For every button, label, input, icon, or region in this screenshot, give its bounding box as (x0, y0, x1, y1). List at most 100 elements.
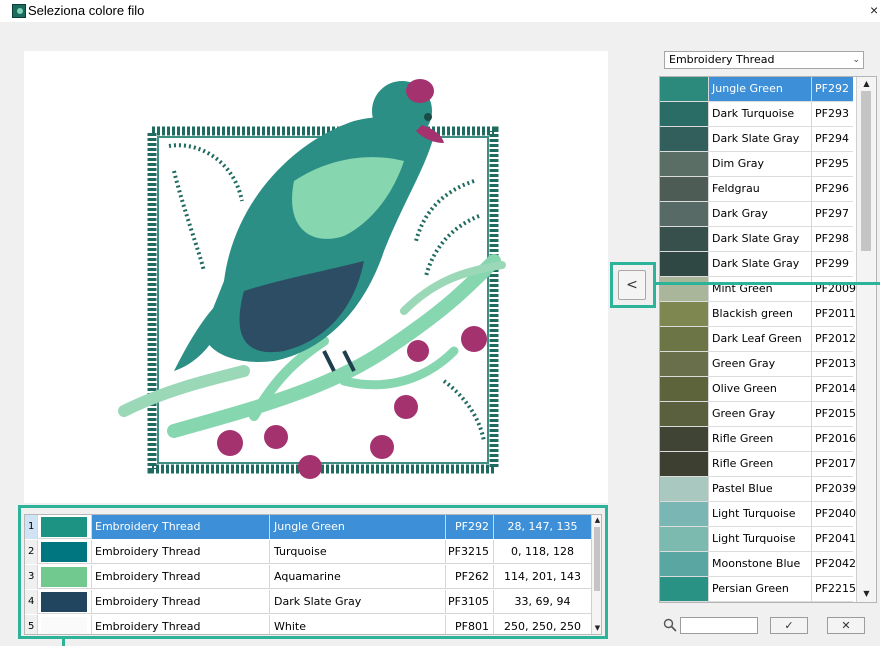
code-cell: PF3105 (445, 590, 493, 614)
thread-palette-list: Persian Green PF2215 Moonstone Blue PF2042 L… (659, 76, 877, 603)
scroll-up-icon[interactable]: ▲ (593, 515, 601, 525)
cancel-button[interactable]: ✕ (827, 617, 865, 634)
palette-item[interactable]: Dark Slate Gray PF294 (660, 127, 853, 152)
scroll-down-icon[interactable]: ▼ (861, 588, 872, 600)
palette-item[interactable]: Dark Gray PF297 (660, 202, 853, 227)
palette-item-code: PF296 (811, 177, 853, 201)
palette-item[interactable]: Persian Green PF2215 (660, 577, 856, 602)
row-index: 1 (25, 515, 38, 539)
scroll-thumb[interactable] (861, 91, 871, 251)
row-index: 3 (25, 565, 38, 589)
palette-item[interactable]: Green Gray PF2015 (660, 402, 856, 427)
scroll-thumb[interactable] (594, 527, 600, 591)
brand-dropdown[interactable]: Embroidery Thread ⌄ (664, 51, 864, 69)
color-name-cell: Aquamarine (269, 565, 445, 589)
rgb-cell: 33, 69, 94 (493, 590, 591, 614)
palette-item[interactable]: Dark Turquoise PF293 (660, 102, 853, 127)
color-name-cell: Jungle Green (269, 515, 445, 539)
app-icon (12, 4, 26, 18)
palette-item-code: PF2015 (811, 402, 856, 426)
palette-item[interactable]: Feldgrau PF296 (660, 177, 853, 202)
table-row[interactable]: 5 Embroidery Thread White PF801 250, 250… (25, 615, 591, 634)
search-input[interactable] (680, 617, 758, 634)
color-swatch (660, 227, 708, 251)
palette-item-name: Dim Gray (708, 152, 811, 176)
palette-item-name: Mint Green (708, 277, 811, 301)
color-swatch (660, 402, 708, 426)
code-cell: PF262 (445, 565, 493, 589)
rgb-cell: 250, 250, 250 (493, 615, 591, 634)
window-title: Seleziona colore filo (28, 3, 145, 18)
ok-button[interactable]: ✓ (770, 617, 808, 634)
brand-cell: Embroidery Thread (91, 540, 269, 564)
palette-item[interactable]: Dark Slate Gray PF299 (660, 252, 853, 277)
color-swatch (660, 252, 708, 276)
code-cell: PF801 (445, 615, 493, 634)
palette-item[interactable]: Dim Gray PF295 (660, 152, 853, 177)
color-name-cell: Turquoise (269, 540, 445, 564)
palette-item-name: Rifle Green (708, 452, 811, 476)
palette-item-name: Rifle Green (708, 427, 811, 451)
palette-item[interactable]: Mint Green PF2009 (660, 277, 856, 302)
chevron-left-icon: < (626, 277, 638, 293)
table-row[interactable]: 2 Embroidery Thread Turquoise PF3215 0, … (25, 540, 591, 564)
palette-item-name: Dark Turquoise (708, 102, 811, 126)
brand-cell: Embroidery Thread (91, 590, 269, 614)
palette-item[interactable]: Dark Leaf Green PF2012 (660, 327, 856, 352)
palette-item-name: Green Gray (708, 402, 811, 426)
embroidery-preview (24, 51, 608, 503)
palette-item[interactable]: Jungle Green PF292 (660, 77, 853, 102)
palette-item-name: Moonstone Blue (708, 552, 811, 576)
thread-table: 1 Embroidery Thread Jungle Green PF292 2… (24, 514, 602, 635)
palette-item-code: PF2041 (811, 527, 856, 551)
table-row[interactable]: 4 Embroidery Thread Dark Slate Gray PF31… (25, 590, 591, 614)
palette-item[interactable]: Light Turquoise PF2041 (660, 527, 856, 552)
palette-item-code: PF297 (811, 202, 853, 226)
palette-item[interactable]: Dark Slate Gray PF298 (660, 227, 853, 252)
color-swatch (660, 552, 708, 576)
palette-scrollbar[interactable]: ▲ ▼ (856, 77, 876, 602)
code-cell: PF292 (445, 515, 493, 539)
palette-item-name: Feldgrau (708, 177, 811, 201)
palette-item-name: Persian Green (708, 577, 811, 601)
table-row[interactable]: 1 Embroidery Thread Jungle Green PF292 2… (25, 515, 591, 539)
color-swatch (660, 377, 708, 401)
color-swatch (660, 302, 708, 326)
close-button[interactable]: × (870, 2, 878, 18)
table-scrollbar[interactable]: ▲ ▼ (591, 515, 601, 634)
color-swatch (660, 152, 708, 176)
rgb-cell: 114, 201, 143 (493, 565, 591, 589)
palette-item[interactable]: Light Turquoise PF2040 (660, 502, 856, 527)
color-swatch (660, 127, 708, 151)
palette-item-code: PF294 (811, 127, 853, 151)
table-row[interactable]: 3 Embroidery Thread Aquamarine PF262 114… (25, 565, 591, 589)
color-swatch (660, 527, 708, 551)
scroll-up-icon[interactable]: ▲ (861, 78, 872, 90)
palette-item[interactable]: Moonstone Blue PF2042 (660, 552, 856, 577)
palette-item[interactable]: Blackish green PF2011 (660, 302, 856, 327)
palette-item-code: PF2016 (811, 427, 856, 451)
palette-item-code: PF298 (811, 227, 853, 251)
palette-item-name: Green Gray (708, 352, 811, 376)
rgb-cell: 28, 147, 135 (493, 515, 591, 539)
palette-item-code: PF2013 (811, 352, 856, 376)
palette-item[interactable]: Pastel Blue PF2039 (660, 477, 856, 502)
scroll-down-icon[interactable]: ▼ (593, 623, 601, 633)
palette-item-code: PF295 (811, 152, 853, 176)
palette-item-code: PF2011 (811, 302, 856, 326)
table-highlight-leader (62, 639, 65, 646)
search-icon (663, 618, 677, 632)
palette-item[interactable]: Green Gray PF2013 (660, 352, 856, 377)
palette-item-name: Jungle Green (708, 77, 811, 101)
palette-item[interactable]: Olive Green PF2014 (660, 377, 856, 402)
palette-item-name: Dark Slate Gray (708, 227, 811, 251)
color-swatch (660, 77, 708, 101)
check-icon: ✓ (784, 619, 794, 632)
color-swatch (660, 277, 708, 301)
color-swatch (660, 202, 708, 226)
palette-item-name: Dark Gray (708, 202, 811, 226)
assign-color-button[interactable]: < (618, 270, 646, 300)
palette-item[interactable]: Rifle Green PF2017 (660, 452, 856, 477)
palette-item[interactable]: Rifle Green PF2016 (660, 427, 856, 452)
palette-item-code: PF299 (811, 252, 853, 276)
